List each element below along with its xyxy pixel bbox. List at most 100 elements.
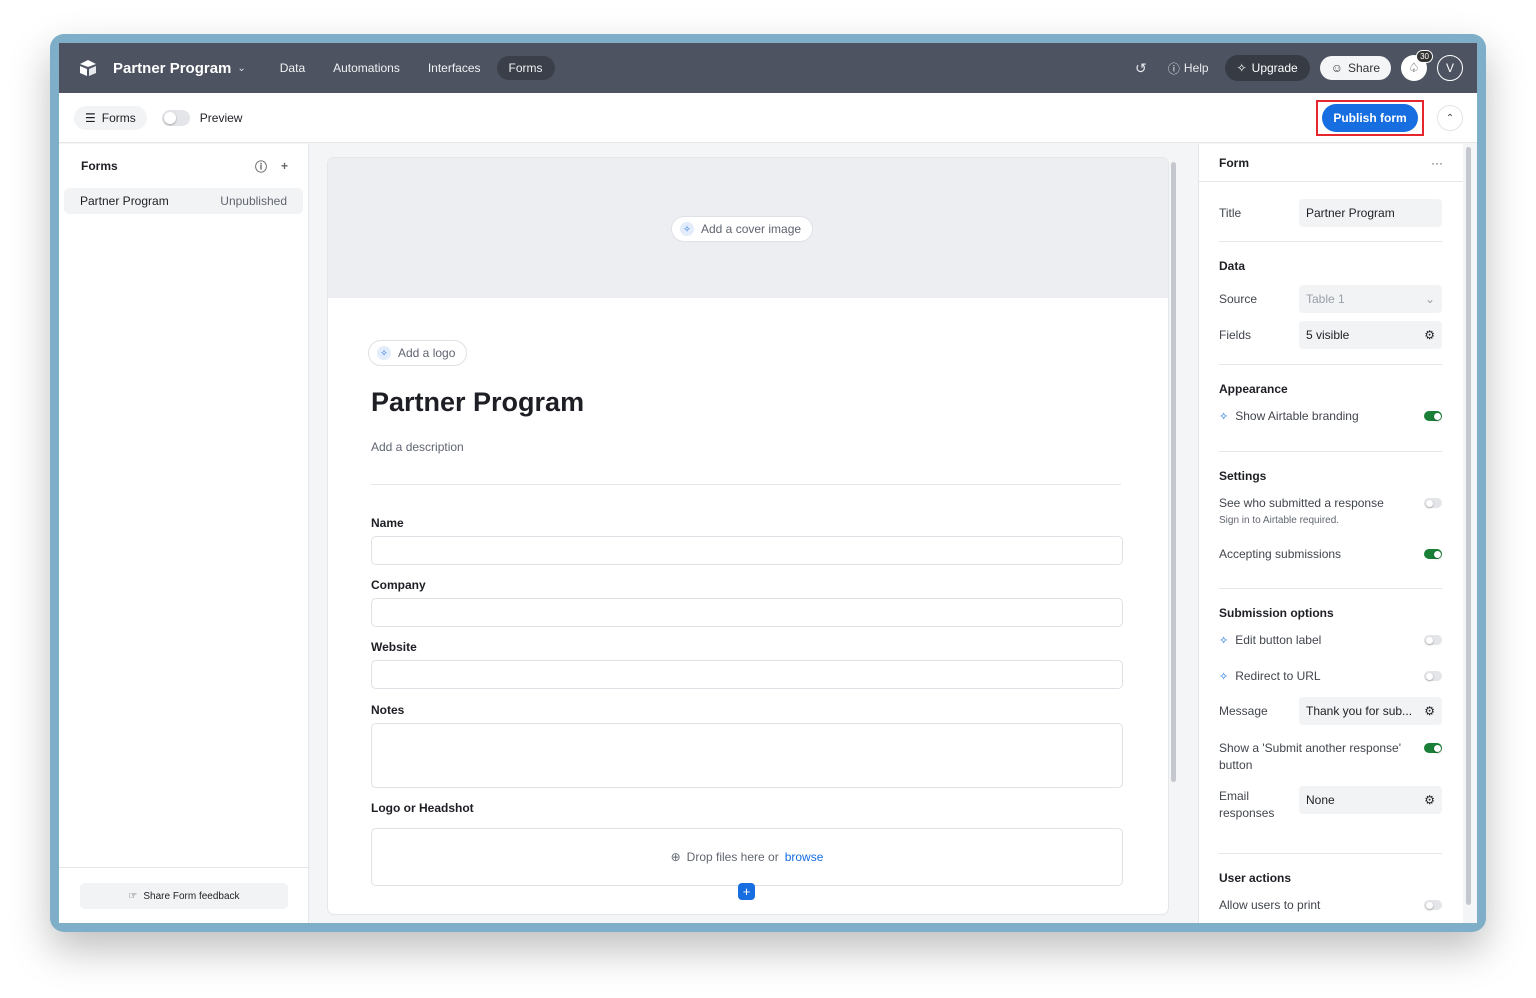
help-icon: ⓘ [1167,61,1180,76]
chevron-up-icon[interactable]: ⌃ [1437,105,1463,131]
notification-badge: 30 [1416,50,1433,63]
add-logo-button[interactable]: ✧ Add a logo [368,340,468,366]
airtable-logo-icon[interactable] [77,57,99,79]
nav-forms[interactable]: Forms [496,56,555,80]
email-label: Email responses [1219,789,1275,820]
see-who-row: See who submitted a response [1219,495,1442,511]
message-label: Message [1219,704,1268,718]
gear-icon: ⚙ [1424,793,1435,807]
airtable-brand-icon: ✧ [680,222,694,236]
see-who-label: See who submitted a response [1219,496,1384,510]
branding-toggle[interactable] [1424,411,1442,421]
edit-button-label-row: ✧ Edit button label [1219,632,1442,648]
message-select[interactable]: Thank you for sub... ⚙ [1299,697,1442,725]
allow-print-row: Allow users to print [1219,897,1442,913]
publish-form-button[interactable]: Publish form [1322,104,1418,132]
name-field[interactable] [371,536,1123,565]
message-value: Thank you for sub... [1306,704,1413,718]
cover-area: ✧ Add a cover image [328,158,1168,298]
settings-section-title: Settings [1219,469,1267,483]
airtable-brand-icon: ✧ [377,346,391,360]
add-field-button[interactable]: + [738,883,755,900]
email-select[interactable]: None ⚙ [1299,786,1442,814]
publish-highlight: Publish form [1316,100,1424,136]
preview-switch[interactable] [161,109,190,126]
forms-menu-button[interactable]: ☰ Forms [74,105,147,130]
fields-select[interactable]: 5 visible ⚙ [1299,321,1442,349]
submission-section: Submission options ✧ Edit button label ✧… [1219,606,1442,820]
edit-button-toggle[interactable] [1424,635,1442,645]
form-card: ✧ Add a cover image ✧ Add a logo Partner… [328,158,1168,914]
accepting-toggle[interactable] [1424,549,1442,559]
share-label: Share [1347,61,1380,75]
airtable-brand-icon: ✧ [1219,634,1229,647]
source-label: Source [1219,292,1258,306]
bell-icon: ♤ [1408,60,1420,75]
browse-link[interactable]: browse [785,850,824,864]
info-icon[interactable]: ⓘ [255,158,267,175]
field-label-company: Company [371,578,426,592]
upgrade-button[interactable]: ✧ Upgrade [1224,55,1310,81]
submit-another-row: Show a 'Submit another response' button [1219,740,1442,774]
history-icon[interactable]: ↺ [1130,60,1152,77]
company-field[interactable] [371,598,1123,627]
submit-another-toggle[interactable] [1424,743,1442,753]
preview-toggle[interactable]: Preview [161,109,243,126]
top-nav: Data Automations Interfaces Forms [268,56,555,80]
notifications-button[interactable]: ♤ 30 [1401,50,1433,81]
divider [1219,241,1442,242]
feedback-label: Share Form feedback [143,890,240,902]
submit-another-label: Show a 'Submit another response' button [1219,741,1402,772]
submission-section-title: Submission options [1219,606,1334,620]
more-options-icon[interactable]: ··· [1431,156,1443,170]
status-badge: Unpublished [220,194,287,208]
share-button[interactable]: ☺ Share [1319,56,1391,80]
nav-data[interactable]: Data [268,56,317,80]
divider [1219,451,1442,452]
add-cover-label: Add a cover image [701,222,802,236]
airtable-brand-icon: ✧ [1219,410,1229,423]
drop-text: Drop files here or [686,850,779,864]
chevron-down-icon[interactable]: ⌄ [237,63,245,74]
notes-field[interactable] [371,723,1123,788]
accepting-row: Accepting submissions [1219,546,1442,562]
top-right-controls: ↺ ⓘ Help ✧ Upgrade ☺ Share ♤ 30 V [1130,43,1463,93]
file-drop-zone[interactable]: ⊕ Drop files here or browse [371,828,1123,886]
sidebar-item-partner-program[interactable]: Partner Program Unpublished [64,188,303,214]
base-name[interactable]: Partner Program [113,60,231,77]
user-actions-section-title: User actions [1219,871,1292,885]
title-input[interactable]: Partner Program [1299,199,1442,227]
panel-scrollbar[interactable] [1466,147,1471,905]
form-description[interactable]: Add a description [371,440,464,454]
forms-menu-label: Forms [101,110,136,125]
upload-icon: ⊕ [670,850,681,864]
form-canvas: ✧ Add a cover image ✧ Add a logo Partner… [310,144,1197,923]
airtable-brand-icon: ✧ [1219,670,1229,683]
sidebar-header: Forms ⓘ + [59,144,308,188]
center-scrollbar[interactable] [1171,162,1176,782]
settings-section: Settings See who submitted a response Si… [1219,469,1442,561]
help-button[interactable]: ⓘ Help [1162,60,1215,77]
see-who-note: Sign in to Airtable required. [1219,514,1340,526]
branding-label: Show Airtable branding [1235,409,1359,423]
redirect-toggle[interactable] [1424,671,1442,681]
nav-automations[interactable]: Automations [321,56,412,80]
accepting-label: Accepting submissions [1219,547,1342,561]
divider [371,484,1121,485]
field-label-logo: Logo or Headshot [371,801,474,815]
airtable-brand-icon: ✧ [1236,61,1247,75]
allow-print-toggle[interactable] [1424,900,1442,910]
redirect-label: Redirect to URL [1235,669,1321,683]
plus-icon[interactable]: + [281,159,288,173]
appearance-section: Appearance ✧ Show Airtable branding [1219,382,1442,423]
share-feedback-button[interactable]: ☞ Share Form feedback [80,883,288,909]
upgrade-label: Upgrade [1251,61,1298,75]
source-select[interactable]: Table 1 ⌄ [1299,285,1442,313]
avatar[interactable]: V [1437,55,1463,81]
nav-interfaces[interactable]: Interfaces [416,56,493,80]
add-cover-image-button[interactable]: ✧ Add a cover image [671,216,814,242]
preview-label: Preview [199,110,243,125]
see-who-toggle[interactable] [1424,498,1442,508]
website-field[interactable] [371,660,1123,689]
form-title[interactable]: Partner Program [371,387,584,418]
